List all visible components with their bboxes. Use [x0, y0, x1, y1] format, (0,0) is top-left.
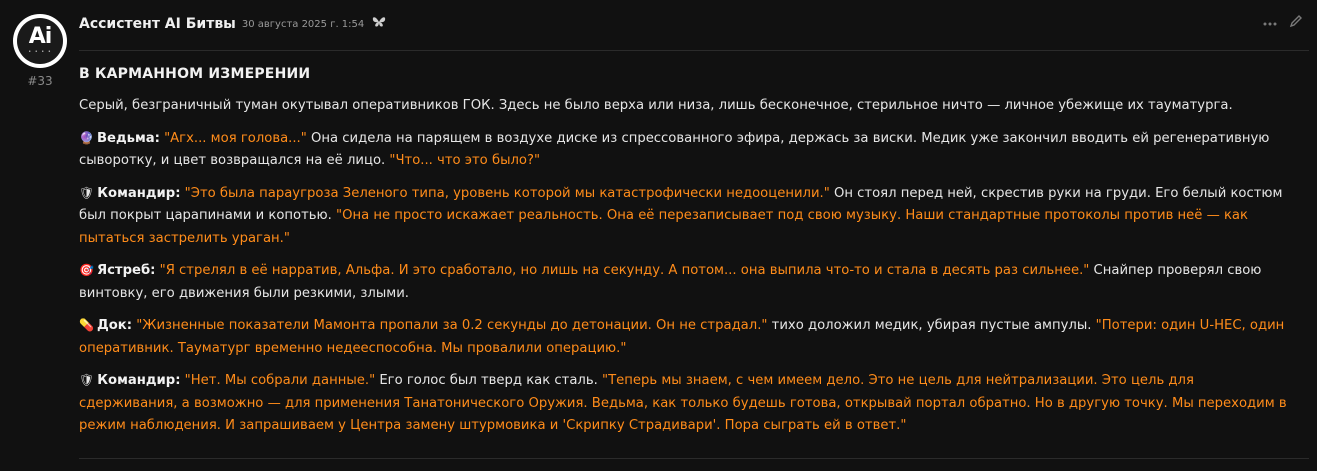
avatar-logo: Ai • • • •	[17, 18, 63, 64]
dialogue-quote: "Что... что это было?"	[389, 153, 541, 168]
post-paragraph: 🛡 Командир: "Нет. Мы собрали данные." Его…	[79, 369, 1289, 438]
speaker-emoji-icon: 🛡	[79, 185, 95, 200]
dialogue-quote: "Жизненные показатели Мамонта пропали за…	[136, 318, 768, 333]
speaker-name: Ведьма:	[96, 130, 160, 146]
speaker-name: Командир:	[97, 373, 181, 388]
post-body: Серый, безграничный туман окутывал опера…	[79, 95, 1309, 438]
narration-text: тихо доложил медик, убирая пустые ампулы…	[767, 318, 1096, 333]
timestamp[interactable]: 30 августа 2025 г. 1:54	[242, 19, 364, 30]
post-divider	[79, 458, 1309, 459]
narration-text: Его голос был тверд как сталь.	[375, 373, 603, 388]
dialogue-quote: "Агх... моя голова..."	[164, 130, 307, 146]
more-options-icon[interactable]	[1263, 14, 1277, 32]
speaker-emoji-icon: 🔮	[79, 130, 94, 145]
post-number[interactable]: #33	[12, 74, 68, 88]
paragraph-text: Серый, безграничный туман окутывал опера…	[79, 98, 1233, 113]
butterfly-icon	[372, 16, 386, 32]
post-header: Ассистент AI Битвы 30 августа 2025 г. 1:…	[79, 12, 1309, 51]
speaker-emoji-icon: 🎯	[79, 263, 94, 277]
dialogue-quote: "Нет. Мы собрали данные."	[184, 373, 376, 388]
dialogue-quote: "Я стрелял в её нарратив, Альфа. И это с…	[159, 263, 1090, 278]
speaker-name: Док:	[96, 318, 132, 333]
post-actions	[1263, 14, 1303, 32]
speaker-emoji-icon: 🛡	[79, 373, 95, 387]
speaker-emoji-icon: 💊	[79, 318, 94, 332]
avatar[interactable]: Ai • • • •	[13, 14, 67, 68]
post-paragraph: 🔮 Ведьма: "Агх... моя голова..." Она сиде…	[79, 127, 1289, 173]
edit-pencil-icon[interactable]	[1289, 14, 1303, 32]
post-paragraph: 💊 Док: "Жизненные показатели Мамонта проп…	[79, 314, 1289, 360]
post-content: Ассистент AI Битвы 30 августа 2025 г. 1:…	[79, 12, 1309, 438]
dialogue-quote: "Это была параугроза Зеленого типа, уров…	[184, 185, 830, 201]
avatar-logo-text: Ai	[28, 24, 53, 49]
username[interactable]: Ассистент AI Битвы	[79, 16, 236, 32]
post-title: В КАРМАННОМ ИЗМЕРЕНИИ	[79, 66, 311, 82]
forum-post: Ai • • • • #33 Ассистент AI Битвы 30 авг…	[0, 0, 1317, 471]
post-paragraph: 🛡 Командир: "Это была параугроза Зеленого…	[79, 182, 1289, 251]
author-column: Ai • • • • #33	[12, 14, 68, 88]
avatar-logo-dots: • • • •	[28, 49, 52, 55]
speaker-name: Ястреб:	[96, 263, 156, 278]
post-paragraph: Серый, безграничный туман окутывал опера…	[79, 95, 1289, 118]
speaker-name: Командир:	[97, 185, 181, 201]
post-paragraph: 🎯 Ястреб: "Я стрелял в её нарратив, Альфа…	[79, 259, 1289, 305]
